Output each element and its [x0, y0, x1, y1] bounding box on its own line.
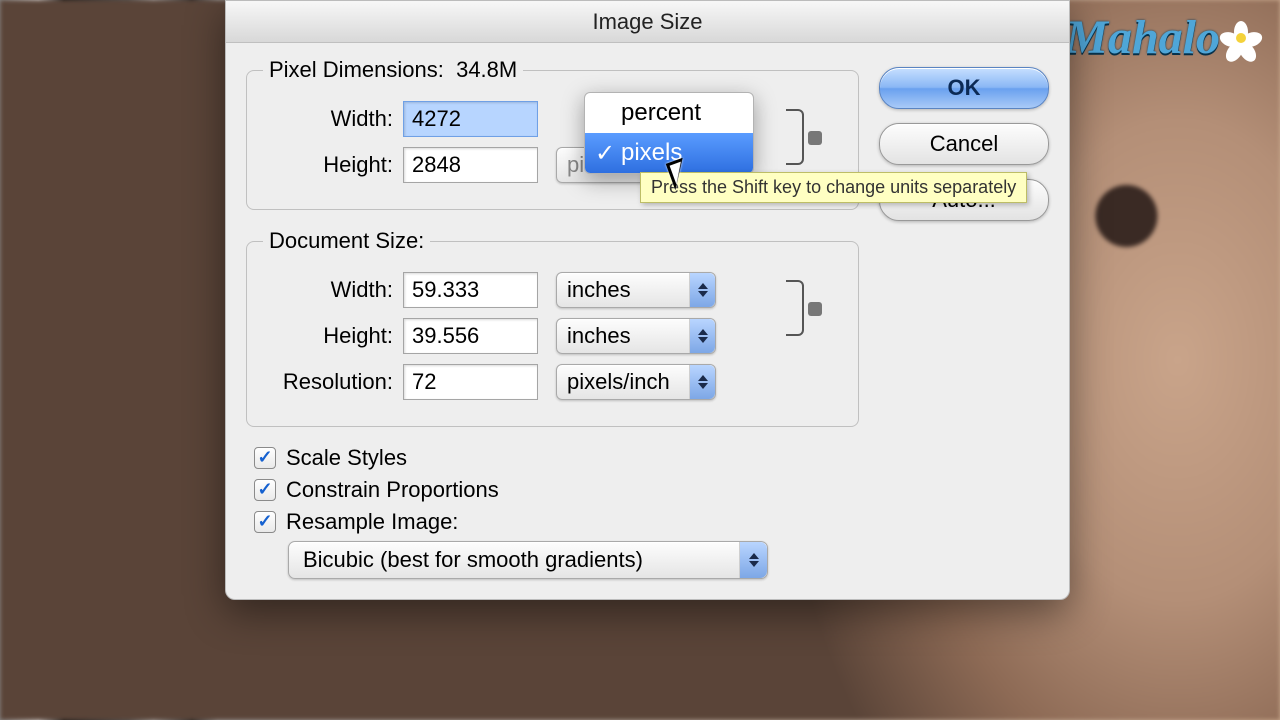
select-arrows-icon — [689, 319, 715, 353]
resolution-input[interactable] — [403, 364, 538, 400]
px-height-input[interactable] — [403, 147, 538, 183]
link-bracket-icon — [786, 109, 804, 165]
doc-width-unit-text: inches — [567, 277, 631, 303]
constrain-proportions-checkbox-row[interactable]: Constrain Proportions — [254, 477, 859, 503]
checkbox-icon — [254, 479, 276, 501]
image-size-dialog: Image Size Pixel Dimensions: 34.8M Width… — [225, 0, 1070, 600]
doc-height-input[interactable] — [403, 318, 538, 354]
mahalo-logo: Mahalo — [1065, 10, 1258, 65]
constrain-label: Constrain Proportions — [286, 477, 499, 503]
resample-method-text: Bicubic (best for smooth gradients) — [303, 547, 643, 573]
document-size-group: Document Size: Width: inches Height: inc… — [246, 228, 859, 427]
resolution-label: Resolution: — [263, 369, 393, 395]
resample-label: Resample Image: — [286, 509, 458, 535]
doc-height-unit-select[interactable]: inches — [556, 318, 716, 354]
px-height-unit-text: pi — [567, 152, 584, 178]
flower-icon — [1224, 21, 1258, 55]
checkbox-icon — [254, 511, 276, 533]
px-height-label: Height: — [263, 152, 393, 178]
px-width-label: Width: — [263, 106, 393, 132]
resample-method-select[interactable]: Bicubic (best for smooth gradients) — [288, 541, 768, 579]
scale-styles-checkbox-row[interactable]: Scale Styles — [254, 445, 859, 471]
doc-height-unit-text: inches — [567, 323, 631, 349]
resolution-unit-select[interactable]: pixels/inch — [556, 364, 716, 400]
document-size-legend: Document Size: — [263, 228, 430, 254]
scale-styles-label: Scale Styles — [286, 445, 407, 471]
px-width-input[interactable] — [403, 101, 538, 137]
select-arrows-icon — [689, 365, 715, 399]
mahalo-logo-text: Mahalo — [1065, 10, 1220, 65]
chain-link-icon — [808, 302, 822, 316]
cancel-button[interactable]: Cancel — [879, 123, 1049, 165]
dialog-title: Image Size — [226, 1, 1069, 43]
unit-option-percent[interactable]: percent — [585, 93, 753, 133]
doc-width-unit-select[interactable]: inches — [556, 272, 716, 308]
pixel-dimensions-legend: Pixel Dimensions: 34.8M — [263, 57, 523, 83]
link-bracket-icon — [786, 280, 804, 336]
doc-width-input[interactable] — [403, 272, 538, 308]
checkbox-icon — [254, 447, 276, 469]
pixel-dimensions-label: Pixel Dimensions: — [269, 57, 444, 82]
pixel-dimensions-size: 34.8M — [456, 57, 517, 82]
tooltip: Press the Shift key to change units sepa… — [640, 172, 1027, 203]
select-arrows-icon — [739, 542, 767, 578]
resample-image-checkbox-row[interactable]: Resample Image: — [254, 509, 859, 535]
ok-button[interactable]: OK — [879, 67, 1049, 109]
chain-link-icon — [808, 131, 822, 145]
select-arrows-icon — [689, 273, 715, 307]
resolution-unit-text: pixels/inch — [567, 369, 670, 395]
doc-height-label: Height: — [263, 323, 393, 349]
doc-width-label: Width: — [263, 277, 393, 303]
